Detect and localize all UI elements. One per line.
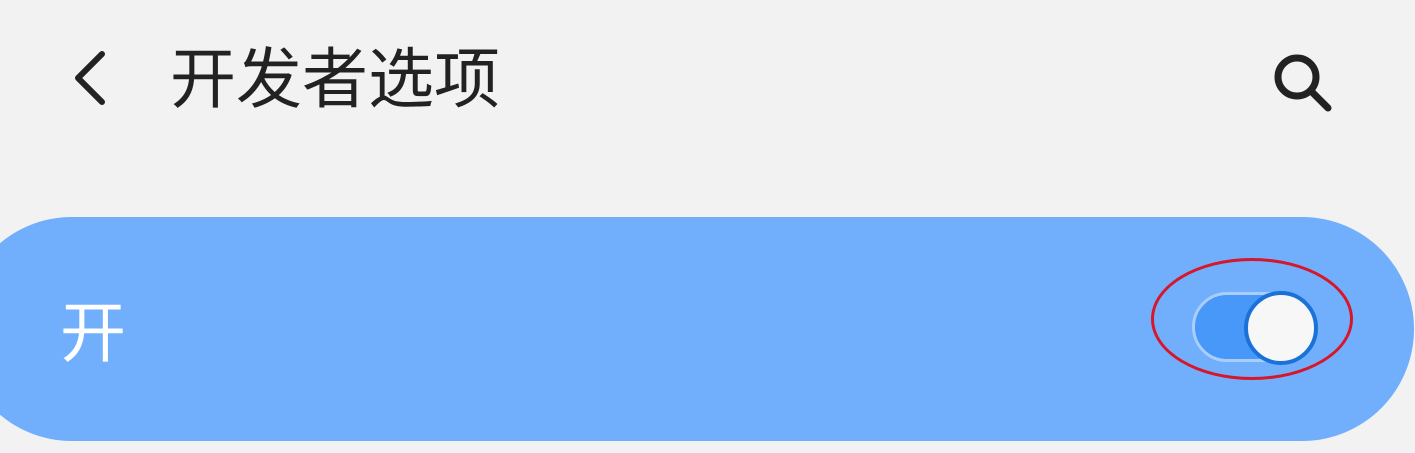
search-button[interactable] [1260, 45, 1344, 119]
master-switch-label: 开 [60, 295, 126, 372]
back-button[interactable] [55, 40, 125, 116]
page-title: 开发者选项 [170, 41, 500, 118]
search-icon [1274, 54, 1332, 112]
chevron-left-icon [75, 51, 105, 105]
annotation-highlight-ring [1151, 258, 1353, 380]
